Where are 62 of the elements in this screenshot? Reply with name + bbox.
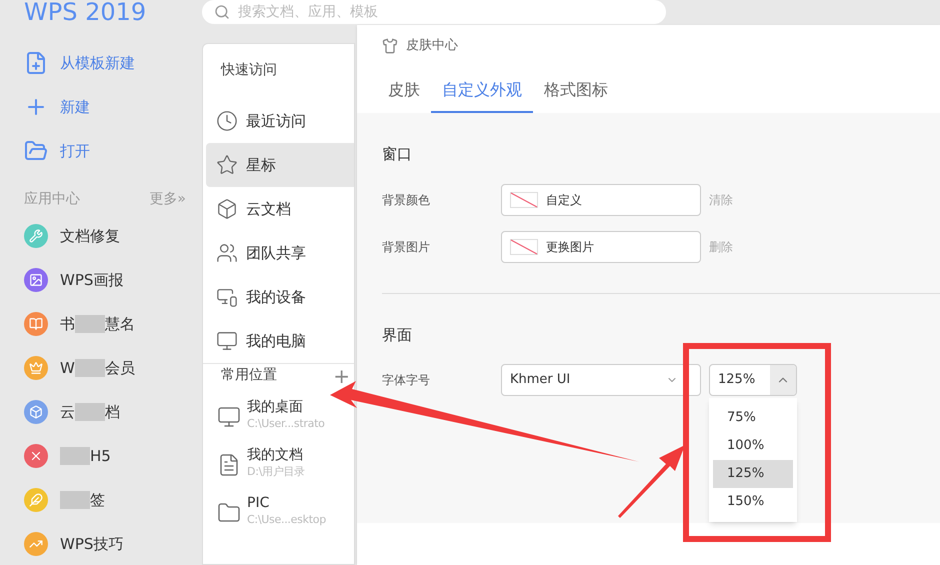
app-item[interactable]: 文档修复 bbox=[0, 214, 202, 258]
section-title: 常用位置 bbox=[221, 366, 277, 385]
tab[interactable]: 格式图标 bbox=[533, 78, 619, 113]
app-item[interactable]: WPS画报 bbox=[0, 258, 202, 302]
quick-access-item[interactable]: 星标 bbox=[206, 143, 354, 187]
pixelated-text bbox=[74, 359, 105, 377]
folder-icon bbox=[24, 139, 48, 163]
clock-icon bbox=[216, 110, 238, 132]
place-path: D:\用户目录 bbox=[247, 464, 305, 478]
quick-access-item[interactable]: 我的设备 bbox=[206, 275, 354, 319]
dropdown-option[interactable]: 75% bbox=[713, 404, 793, 432]
monitor-icon bbox=[217, 405, 241, 429]
size-select[interactable]: 125% bbox=[709, 364, 797, 396]
monitor-icon bbox=[216, 330, 238, 352]
shirt-icon bbox=[382, 38, 398, 54]
section-title: 应用中心 bbox=[24, 190, 80, 209]
no-color-swatch-icon bbox=[510, 192, 538, 208]
quick-access-item[interactable]: 团队共享 bbox=[206, 231, 354, 275]
quick-access-item[interactable]: 最近访问 bbox=[206, 99, 354, 143]
dropdown-toggle[interactable] bbox=[770, 365, 796, 395]
dropdown-option[interactable]: 100% bbox=[713, 432, 793, 460]
app-item[interactable]: 签 bbox=[0, 478, 202, 522]
app-item[interactable]: 书 慧名 bbox=[0, 302, 202, 346]
section-heading: 窗口 bbox=[382, 144, 413, 165]
dropdown-option[interactable]: 150% bbox=[713, 488, 793, 516]
place-path: C:\User...strato bbox=[247, 416, 325, 430]
place-name: 我的文档 bbox=[247, 447, 304, 464]
app-item[interactable]: WPS技巧 bbox=[0, 522, 202, 565]
font-select[interactable]: Khmer UI bbox=[501, 364, 701, 396]
field-label: 背景图片 bbox=[382, 238, 431, 256]
place-name: 我的桌面 bbox=[247, 399, 304, 416]
field-label: 字体字号 bbox=[382, 372, 431, 389]
place-item[interactable]: 我的桌面 C:\User...strato bbox=[203, 399, 354, 447]
cube-icon bbox=[216, 198, 238, 220]
quick-access-item[interactable]: 云文档 bbox=[206, 187, 354, 231]
search-icon bbox=[214, 4, 230, 20]
picker-field[interactable]: 自定义 bbox=[501, 184, 701, 216]
app-title: WPS 2019 bbox=[23, 0, 148, 24]
pixelated-text bbox=[60, 447, 90, 465]
quick-access-item[interactable]: 我的电脑 bbox=[206, 319, 354, 363]
section-heading: 界面 bbox=[382, 324, 413, 346]
place-name: PIC bbox=[247, 495, 270, 512]
field-label: 背景颜色 bbox=[382, 192, 431, 208]
star-icon bbox=[216, 154, 238, 176]
tab[interactable]: 皮肤 bbox=[377, 78, 431, 113]
pixelated-text bbox=[75, 403, 105, 421]
panel-title: 快速访问 bbox=[220, 61, 278, 80]
users-icon bbox=[216, 242, 238, 264]
pixelated-text bbox=[75, 315, 105, 333]
devices-icon bbox=[216, 286, 238, 308]
place-path: C:\Use...esktop bbox=[247, 512, 326, 526]
picker-field[interactable]: 更换图片 bbox=[501, 230, 701, 262]
app-item[interactable]: 云 档 bbox=[0, 390, 202, 434]
no-color-swatch-icon bbox=[510, 238, 538, 254]
pixelated-text bbox=[60, 491, 90, 509]
dialog-title: 皮肤中心 bbox=[406, 37, 458, 56]
app-item[interactable]: W 会员 bbox=[0, 346, 202, 390]
app-item[interactable]: H5 bbox=[0, 434, 202, 478]
dropdown-option[interactable]: 125% bbox=[713, 460, 793, 488]
place-item[interactable]: PIC C:\Use...esktop bbox=[203, 495, 354, 543]
add-button[interactable]: + bbox=[333, 366, 350, 386]
place-item[interactable]: 我的文档 D:\用户目录 bbox=[203, 447, 354, 495]
